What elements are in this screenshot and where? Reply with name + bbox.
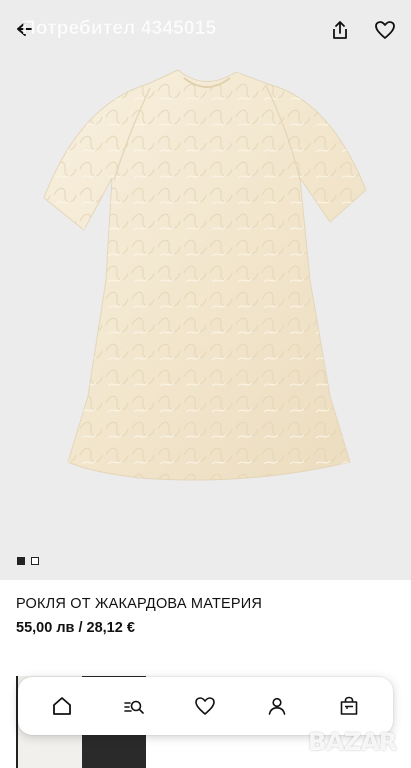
gallery-pagination xyxy=(17,557,39,565)
search-icon xyxy=(123,700,144,714)
gallery-dot-1[interactable] xyxy=(17,557,25,565)
product-image-gallery[interactable]: Потребител 4345015 xyxy=(0,0,411,580)
nav-bag[interactable] xyxy=(329,686,369,726)
product-name: РОКЛЯ ОТ ЖАКАРДОВА МАТЕРИЯ xyxy=(16,596,263,612)
product-price: 55,00 лв / 28,12 € xyxy=(16,620,135,636)
nav-profile[interactable] xyxy=(257,686,297,726)
seller-name: Потребител 4345015 xyxy=(22,18,217,39)
gallery-dot-2[interactable] xyxy=(31,557,39,565)
share-icon[interactable] xyxy=(329,19,351,41)
profile-icon xyxy=(268,697,286,715)
heart-icon xyxy=(195,697,216,715)
bazar-watermark: BAZAR xyxy=(308,728,397,756)
product-image xyxy=(43,69,367,481)
bottom-navigation xyxy=(18,677,393,735)
heart-icon[interactable] xyxy=(374,19,396,41)
nav-search[interactable] xyxy=(114,686,154,726)
top-bar: Потребител 4345015 xyxy=(0,0,411,60)
nav-home[interactable] xyxy=(42,686,82,726)
bag-icon xyxy=(340,696,358,715)
nav-favorites[interactable] xyxy=(185,686,225,726)
home-icon xyxy=(52,697,71,715)
